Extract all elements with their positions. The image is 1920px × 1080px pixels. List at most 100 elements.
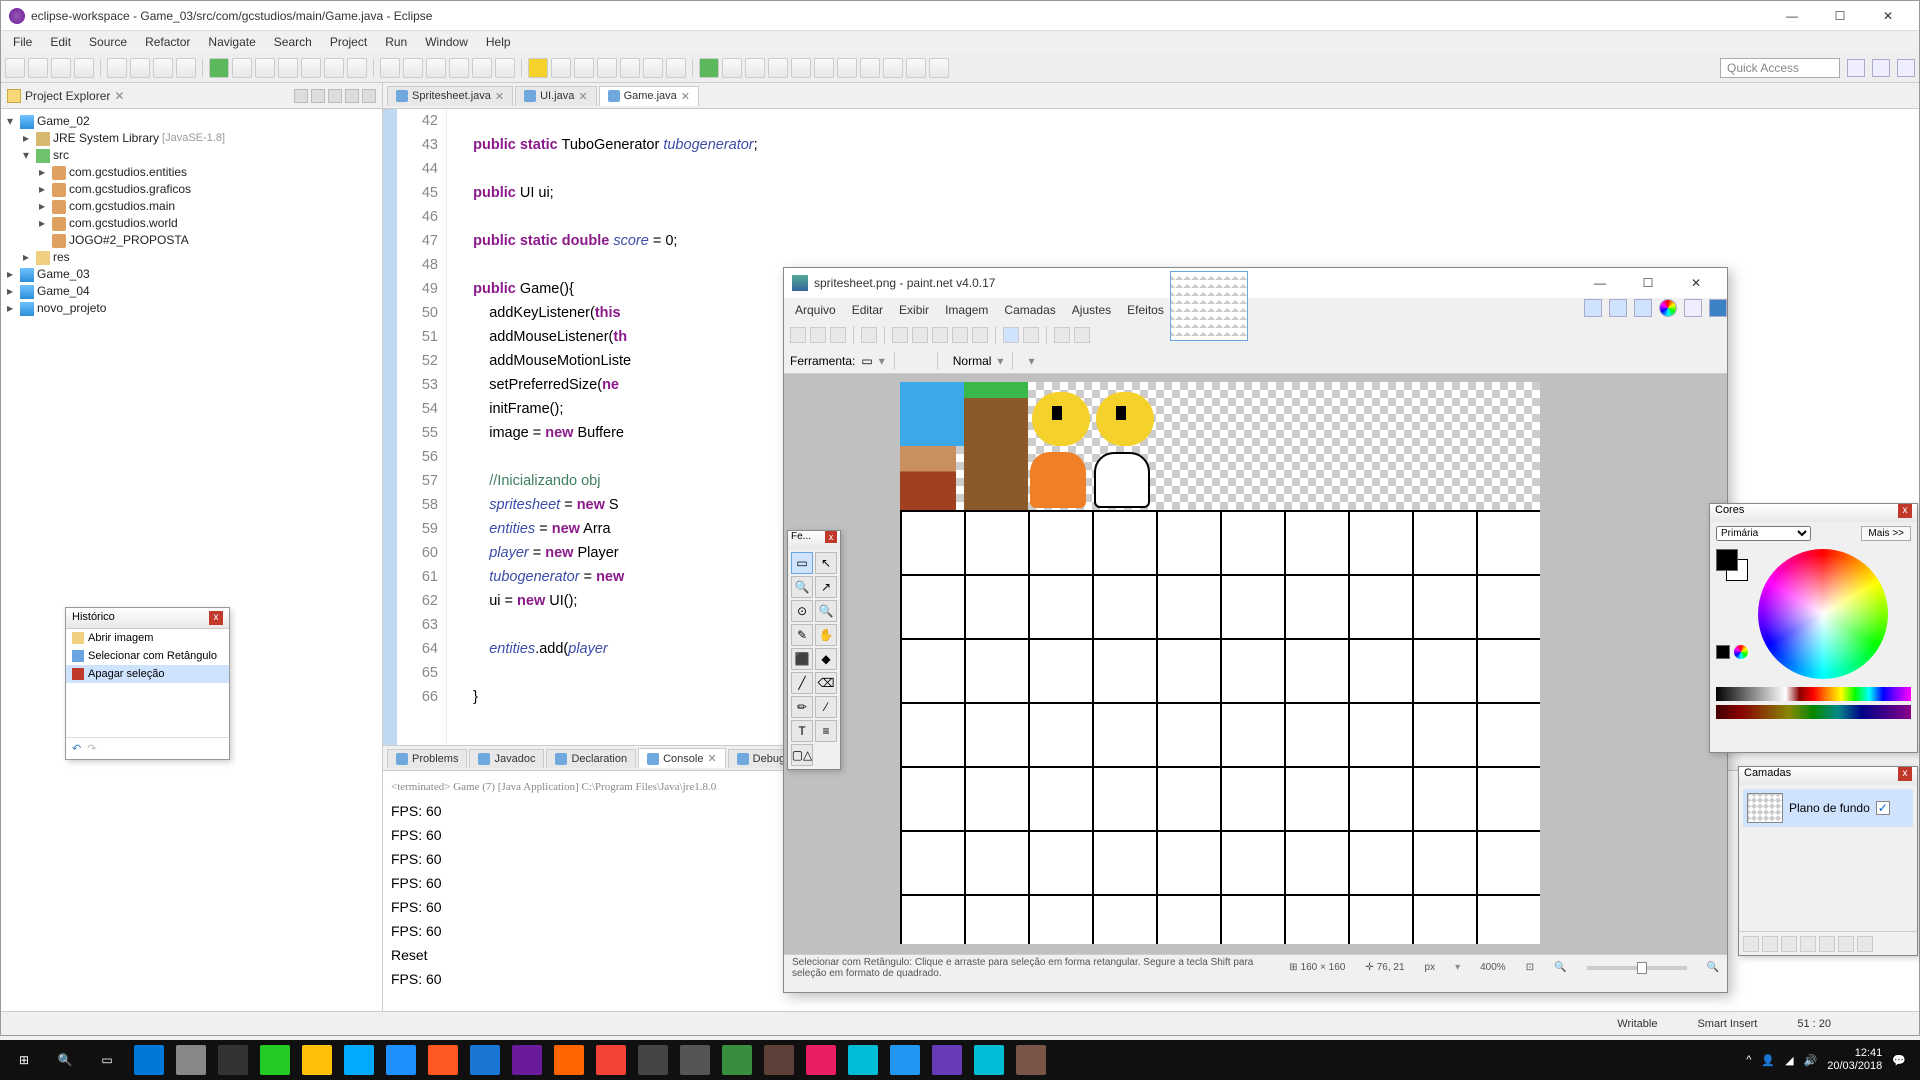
toolbar-btn[interactable] bbox=[301, 58, 321, 78]
canvas-area[interactable] bbox=[784, 374, 1727, 954]
tool-button[interactable]: ⬛ bbox=[791, 648, 813, 670]
grid-icon[interactable] bbox=[1054, 327, 1070, 343]
people-icon[interactable]: 👤 bbox=[1761, 1054, 1775, 1067]
cut-icon[interactable] bbox=[892, 327, 908, 343]
menu-imagem[interactable]: Imagem bbox=[938, 301, 995, 319]
bottom-tab-declaration[interactable]: Declaration bbox=[546, 749, 636, 768]
toolbar-btn[interactable] bbox=[620, 58, 640, 78]
toolbar-btn[interactable] bbox=[5, 58, 25, 78]
menu-file[interactable]: File bbox=[5, 33, 40, 51]
toolbar-btn[interactable] bbox=[380, 58, 400, 78]
color-swatch[interactable] bbox=[1716, 549, 1752, 585]
toolbar-btn[interactable] bbox=[528, 58, 548, 78]
tools-window-icon[interactable] bbox=[1584, 299, 1602, 317]
task-view-icon[interactable]: ▭ bbox=[92, 1045, 122, 1075]
taskbar-app-icon[interactable] bbox=[1016, 1045, 1046, 1075]
menu-edit[interactable]: Edit bbox=[42, 33, 79, 51]
image-thumbnail[interactable] bbox=[1170, 271, 1248, 341]
toolbar-btn[interactable] bbox=[745, 58, 765, 78]
toolbar-btn[interactable] bbox=[860, 58, 880, 78]
history-item[interactable]: Selecionar com Retângulo bbox=[66, 647, 229, 665]
menu-search[interactable]: Search bbox=[266, 33, 320, 51]
menu-exibir[interactable]: Exibir bbox=[892, 301, 936, 319]
toolbar-btn[interactable] bbox=[255, 58, 275, 78]
perspective-btn[interactable] bbox=[1847, 59, 1865, 77]
taskbar-app-icon[interactable] bbox=[722, 1045, 752, 1075]
taskbar-app-icon[interactable] bbox=[932, 1045, 962, 1075]
open-icon[interactable] bbox=[810, 327, 826, 343]
more-button[interactable]: Mais >> bbox=[1861, 526, 1911, 541]
toolbar-btn[interactable] bbox=[791, 58, 811, 78]
close-icon[interactable]: x bbox=[1898, 767, 1912, 781]
tree-item[interactable]: ▾Game_02 bbox=[7, 113, 376, 130]
tree-item[interactable]: ▸Game_04 bbox=[7, 283, 376, 300]
perspective-btn[interactable] bbox=[1872, 59, 1890, 77]
copy-icon[interactable] bbox=[912, 327, 928, 343]
color-picker-icon[interactable] bbox=[1734, 645, 1748, 659]
minimize-button[interactable]: — bbox=[1577, 269, 1623, 297]
paste-icon[interactable] bbox=[932, 327, 948, 343]
toolbar-btn[interactable] bbox=[929, 58, 949, 78]
toolbar-btn[interactable] bbox=[597, 58, 617, 78]
minimize-button[interactable]: — bbox=[1769, 2, 1815, 30]
taskbar-app-icon[interactable] bbox=[554, 1045, 584, 1075]
tree-item[interactable]: ▸com.gcstudios.entities bbox=[7, 164, 376, 181]
toolbar-btn[interactable] bbox=[495, 58, 515, 78]
black-swatch[interactable] bbox=[1716, 645, 1730, 659]
search-icon[interactable]: 🔍 bbox=[50, 1045, 80, 1075]
maximize-button[interactable]: ☐ bbox=[1817, 2, 1863, 30]
tool-button[interactable]: ⊙ bbox=[791, 600, 813, 622]
tool-button[interactable]: ⁄ bbox=[815, 696, 837, 718]
toolbar-btn[interactable] bbox=[837, 58, 857, 78]
tool-button[interactable]: ✎ bbox=[791, 624, 813, 646]
perspective-btn[interactable] bbox=[1897, 59, 1915, 77]
toolbar-btn[interactable] bbox=[74, 58, 94, 78]
taskbar-app-icon[interactable] bbox=[470, 1045, 500, 1075]
tree-item[interactable]: ▸com.gcstudios.graficos bbox=[7, 181, 376, 198]
zoom-slider[interactable] bbox=[1587, 966, 1687, 970]
tool-button[interactable]: T bbox=[791, 720, 813, 742]
tree-item[interactable]: ▸com.gcstudios.world bbox=[7, 215, 376, 232]
tool-button[interactable]: ▭ bbox=[791, 552, 813, 574]
tool-button[interactable]: ✏ bbox=[791, 696, 813, 718]
tree-item[interactable]: JOGO#2_PROPOSTA bbox=[7, 232, 376, 249]
duplicate-layer-icon[interactable] bbox=[1781, 936, 1797, 952]
toolbar-btn[interactable] bbox=[107, 58, 127, 78]
volume-icon[interactable]: 🔊 bbox=[1804, 1054, 1818, 1067]
color-palette[interactable] bbox=[1716, 687, 1911, 701]
toolbar-btn[interactable] bbox=[403, 58, 423, 78]
taskbar-app-icon[interactable] bbox=[848, 1045, 878, 1075]
maximize-button[interactable]: ☐ bbox=[1625, 269, 1671, 297]
notifications-icon[interactable]: 💬 bbox=[1892, 1054, 1906, 1067]
link-editor-icon[interactable] bbox=[311, 89, 325, 103]
editor-tab[interactable]: UI.java✕ bbox=[515, 86, 596, 106]
menu-editar[interactable]: Editar bbox=[845, 301, 890, 319]
tool-button[interactable]: ✋ bbox=[815, 624, 837, 646]
tool-button[interactable]: ╱ bbox=[791, 672, 813, 694]
tool-button[interactable]: ≡ bbox=[815, 720, 837, 742]
close-icon[interactable]: x bbox=[1898, 504, 1912, 518]
play-button[interactable] bbox=[699, 58, 719, 78]
color-wheel[interactable] bbox=[1758, 549, 1888, 679]
clock[interactable]: 12:41 20/03/2018 bbox=[1827, 1047, 1882, 1073]
toolbar-btn[interactable] bbox=[814, 58, 834, 78]
toolbar-btn[interactable] bbox=[449, 58, 469, 78]
tool-button[interactable]: ↖ bbox=[815, 552, 837, 574]
taskbar-app-icon[interactable] bbox=[218, 1045, 248, 1075]
taskbar-app-icon[interactable] bbox=[890, 1045, 920, 1075]
editor-tab[interactable]: Spritesheet.java✕ bbox=[387, 86, 513, 106]
editor-tab[interactable]: Game.java✕ bbox=[599, 86, 699, 106]
zoom-fit-icon[interactable]: ⊡ bbox=[1526, 962, 1534, 973]
color-mode-select[interactable]: Primária bbox=[1716, 526, 1811, 541]
history-item[interactable]: Abrir imagem bbox=[66, 629, 229, 647]
menu-project[interactable]: Project bbox=[322, 33, 375, 51]
tree-item[interactable]: ▸JRE System Library [JavaSE-1.8] bbox=[7, 130, 376, 147]
crop-icon[interactable] bbox=[952, 327, 968, 343]
taskbar-app-icon[interactable] bbox=[344, 1045, 374, 1075]
taskbar-app-icon[interactable] bbox=[176, 1045, 206, 1075]
taskbar-app-icon[interactable] bbox=[386, 1045, 416, 1075]
color-palette[interactable] bbox=[1716, 705, 1911, 719]
add-layer-icon[interactable] bbox=[1743, 936, 1759, 952]
toolbar-btn[interactable] bbox=[324, 58, 344, 78]
undo-icon[interactable] bbox=[1003, 327, 1019, 343]
